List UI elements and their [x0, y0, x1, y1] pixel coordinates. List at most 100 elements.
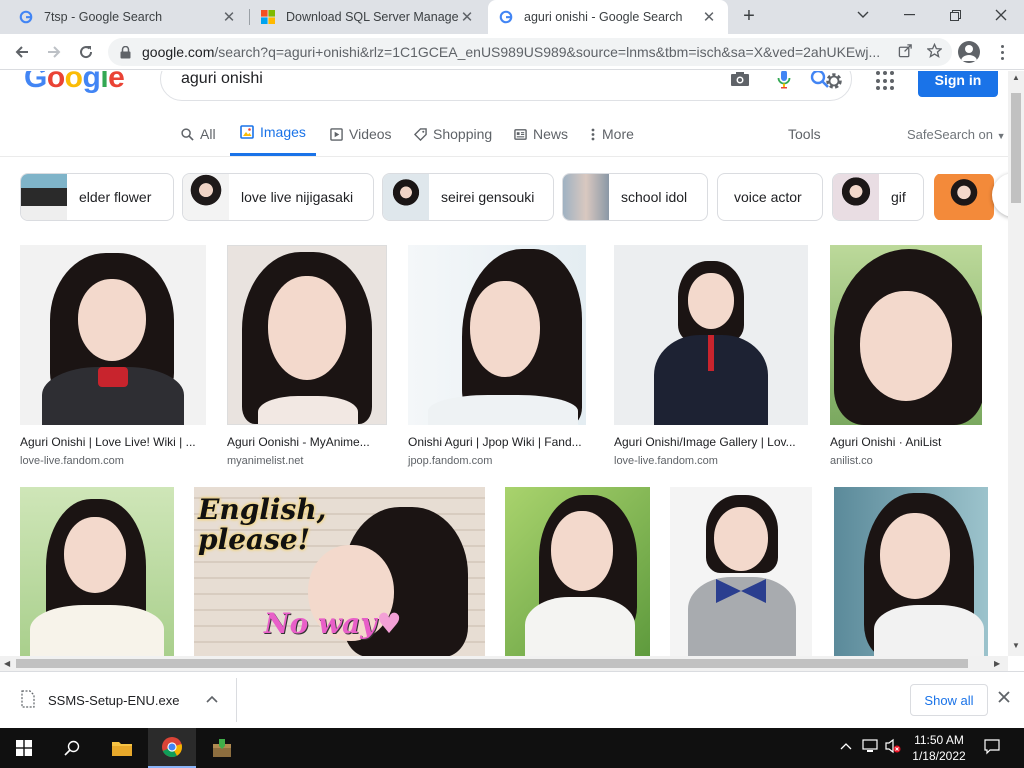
- image-result[interactable]: [505, 487, 650, 656]
- download-item[interactable]: SSMS-Setup-ENU.exe: [20, 690, 180, 711]
- chip-school-idol[interactable]: school idol: [562, 173, 708, 221]
- image-result[interactable]: [20, 487, 174, 656]
- result-image[interactable]: [834, 487, 988, 656]
- reload-icon: [80, 46, 93, 59]
- image-result[interactable]: Aguri Oonishi - MyAnime... myanimelist.n…: [227, 245, 387, 467]
- result-image[interactable]: [670, 487, 812, 656]
- minimize-button[interactable]: [886, 0, 932, 30]
- browser-tab-3-active[interactable]: aguri onishi - Google Search ✕: [488, 0, 728, 34]
- system-clock[interactable]: 11:50 AM 1/18/2022: [904, 732, 974, 764]
- chip-gif[interactable]: gif: [832, 173, 924, 221]
- image-result[interactable]: Aguri Onishi · AniList anilist.co: [830, 245, 982, 467]
- image-result[interactable]: English, please! No way♥: [194, 487, 485, 656]
- close-downloads-button[interactable]: [998, 690, 1010, 708]
- safesearch-toggle[interactable]: SafeSearch on ▼: [907, 127, 1006, 142]
- chevron-up-icon[interactable]: [206, 692, 218, 706]
- image-result[interactable]: [834, 487, 988, 656]
- carousel-next-button[interactable]: [992, 173, 1008, 217]
- search-input[interactable]: [181, 71, 701, 88]
- chevron-up-icon[interactable]: [840, 738, 852, 753]
- result-source: love-live.fandom.com: [20, 455, 124, 467]
- vertical-scrollbar[interactable]: ▲ ▼: [1008, 71, 1024, 656]
- share-icon[interactable]: [898, 43, 913, 61]
- chip-elder-flower[interactable]: elder flower: [20, 173, 174, 221]
- clock-time: 11:50 AM: [914, 733, 964, 747]
- result-image[interactable]: English, please! No way♥: [194, 487, 485, 656]
- chip-thumbnail: [183, 174, 229, 220]
- browser-menu-button[interactable]: [992, 40, 1012, 64]
- google-apps-button[interactable]: [876, 71, 896, 91]
- back-button[interactable]: [8, 38, 36, 66]
- tab-title: aguri onishi - Google Search: [524, 10, 683, 24]
- tools-button[interactable]: Tools: [788, 126, 821, 142]
- horizontal-scrollbar[interactable]: ◀ ▶: [0, 656, 1008, 671]
- gear-icon[interactable]: [823, 71, 845, 92]
- start-button[interactable]: [0, 728, 48, 768]
- windows-taskbar: 11:50 AM 1/18/2022: [0, 728, 1024, 768]
- browser-tab-2[interactable]: Download SQL Server Manageme ✕: [250, 0, 486, 34]
- chip-seirei-gensouki[interactable]: seirei gensouki: [382, 173, 554, 221]
- address-bar[interactable]: google.com/search?q=aguri+onishi&rlz=1C1…: [108, 38, 952, 66]
- notifications-icon[interactable]: [984, 739, 1000, 758]
- result-image[interactable]: [20, 245, 206, 425]
- microphone-icon[interactable]: [773, 71, 795, 90]
- forward-button[interactable]: [40, 38, 68, 66]
- chip-partial[interactable]: [934, 173, 994, 221]
- installer-taskbar-button[interactable]: [198, 728, 246, 768]
- profile-avatar[interactable]: [958, 41, 980, 63]
- chevron-down-icon: [857, 11, 869, 18]
- network-icon[interactable]: [862, 738, 880, 757]
- downloads-bar: SSMS-Setup-ENU.exe Show all: [0, 671, 1024, 728]
- result-caption: Aguri Onishi | Love Live! Wiki | ...: [20, 435, 196, 449]
- chip-thumbnail: [934, 174, 994, 220]
- scrollbar-thumb[interactable]: [16, 659, 968, 668]
- tab-more[interactable]: More: [590, 111, 634, 157]
- result-image[interactable]: [830, 245, 982, 425]
- show-all-button[interactable]: Show all: [910, 684, 988, 716]
- scroll-up-icon: ▲: [1012, 73, 1020, 82]
- close-icon[interactable]: ✕: [458, 8, 476, 26]
- image-result[interactable]: Aguri Onishi/Image Gallery | Lov... love…: [614, 245, 808, 467]
- video-icon: [329, 127, 343, 141]
- reload-button[interactable]: [72, 38, 100, 66]
- image-result[interactable]: [670, 487, 812, 656]
- volume-muted-icon[interactable]: [884, 738, 902, 757]
- result-source: jpop.fandom.com: [408, 455, 493, 467]
- restore-icon: [949, 9, 961, 21]
- tab-all[interactable]: All: [180, 111, 216, 157]
- file-explorer-button[interactable]: [98, 728, 146, 768]
- close-icon[interactable]: ✕: [220, 8, 238, 26]
- close-icon[interactable]: ✕: [700, 8, 718, 26]
- tab-shopping[interactable]: Shopping: [413, 111, 492, 157]
- tab-images[interactable]: Images: [230, 111, 316, 156]
- result-image[interactable]: [227, 245, 387, 425]
- result-image[interactable]: [408, 245, 586, 425]
- result-caption: Aguri Onishi/Image Gallery | Lov...: [614, 435, 796, 449]
- taskbar-search-button[interactable]: [48, 728, 96, 768]
- new-tab-button[interactable]: +: [738, 5, 760, 27]
- sign-in-button[interactable]: Sign in: [918, 71, 998, 97]
- result-image[interactable]: [20, 487, 174, 656]
- tab-news[interactable]: News: [513, 111, 568, 157]
- image-result[interactable]: Aguri Onishi | Love Live! Wiki | ... lov…: [20, 245, 206, 467]
- browser-tab-1[interactable]: 7tsp - Google Search ✕: [8, 0, 248, 34]
- tab-videos[interactable]: Videos: [329, 111, 392, 157]
- scroll-down-icon: ▼: [1012, 641, 1020, 650]
- result-source: anilist.co: [830, 455, 873, 467]
- result-image[interactable]: [614, 245, 808, 425]
- google-logo[interactable]: Google: [24, 71, 125, 95]
- close-window-button[interactable]: [978, 0, 1024, 30]
- image-result[interactable]: Onishi Aguri | Jpop Wiki | Fand... jpop.…: [408, 245, 586, 467]
- chrome-taskbar-button[interactable]: [148, 728, 196, 768]
- tab-search-button[interactable]: [840, 0, 886, 30]
- search-box: [160, 71, 852, 101]
- search-results-page: Google Sign in All Images Videos: [0, 71, 1008, 656]
- chip-love-live-nijigasaki[interactable]: love live nijigasaki: [182, 173, 374, 221]
- news-icon: [513, 127, 527, 141]
- scrollbar-thumb[interactable]: [1011, 93, 1021, 203]
- bookmark-star-icon[interactable]: [926, 42, 943, 61]
- chip-voice-actor[interactable]: voice actor: [717, 173, 823, 221]
- result-image[interactable]: [505, 487, 650, 656]
- camera-icon[interactable]: [729, 71, 751, 90]
- restore-button[interactable]: [932, 0, 978, 30]
